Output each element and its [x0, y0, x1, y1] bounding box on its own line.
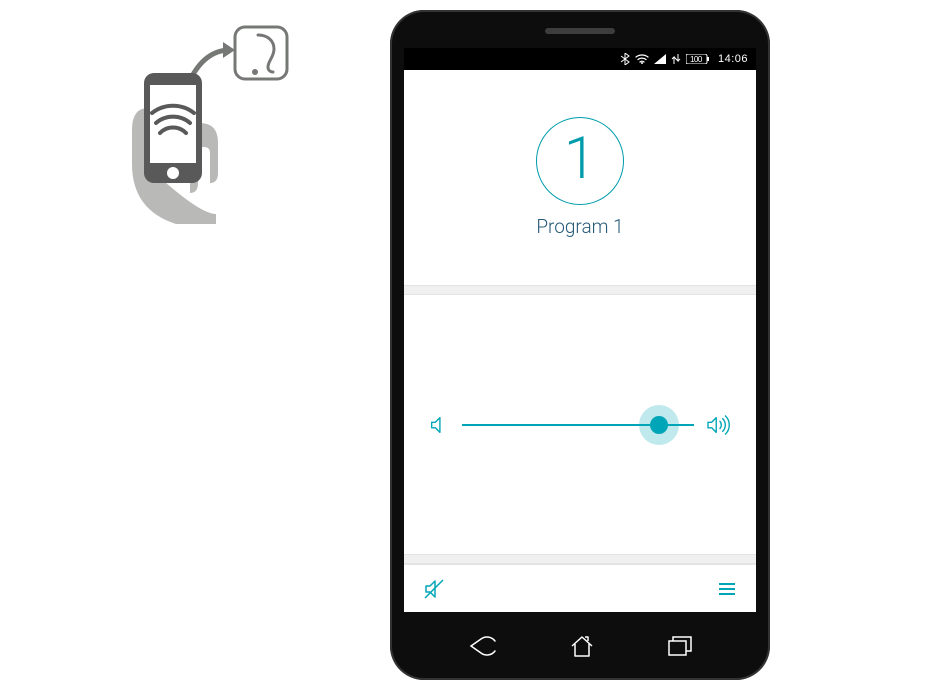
volume-slider[interactable]: [462, 405, 694, 445]
volume-low-icon: [428, 414, 450, 436]
hearing-aid-app: 1 Program 1: [404, 70, 756, 612]
home-button[interactable]: [569, 634, 595, 658]
bluetooth-icon: [620, 53, 630, 65]
mute-button[interactable]: [422, 577, 446, 601]
data-icon: [671, 54, 681, 64]
recents-button[interactable]: [667, 635, 693, 657]
phone-speaker: [545, 28, 615, 34]
battery-icon: 100: [686, 54, 711, 64]
back-button[interactable]: [467, 635, 497, 657]
phone-screen: 100 14:06 1 Program 1: [404, 48, 756, 612]
section-divider: [404, 554, 756, 564]
slider-thumb[interactable]: [650, 416, 668, 434]
signal-icon: [654, 54, 666, 64]
volume-high-icon: [706, 414, 732, 436]
program-label: Program 1: [536, 215, 623, 238]
android-status-bar: 100 14:06: [404, 48, 756, 70]
program-number: 1: [564, 130, 596, 188]
menu-button[interactable]: [716, 578, 738, 600]
volume-control: [404, 295, 756, 554]
program-selector[interactable]: 1 Program 1: [404, 70, 756, 285]
clock: 14:06: [718, 53, 748, 65]
phone-icon: [144, 73, 202, 183]
phone-frame: 100 14:06 1 Program 1: [390, 10, 770, 680]
wifi-icon: [635, 54, 649, 64]
app-toolbar: [404, 564, 756, 612]
section-divider: [404, 285, 756, 295]
android-nav-bar: [390, 612, 770, 680]
phone-to-hearing-aid-illustration: [130, 25, 300, 229]
hearing-aid-icon: [235, 27, 287, 79]
program-number-circle: 1: [536, 117, 624, 205]
